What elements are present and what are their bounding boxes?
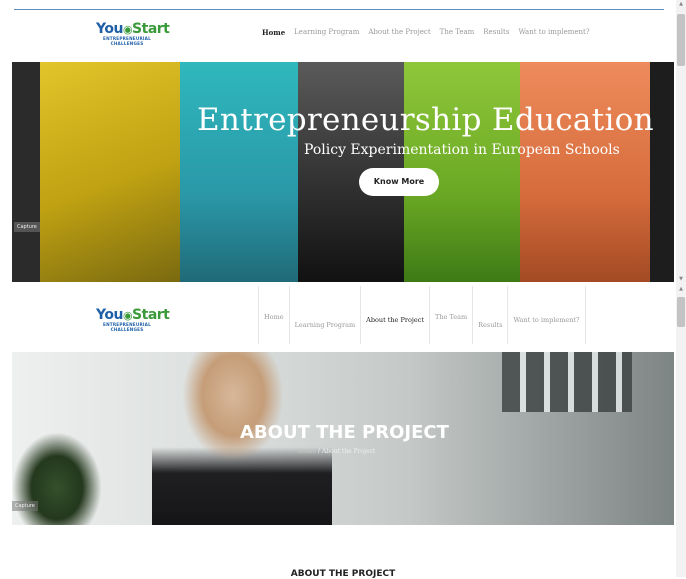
hero-slider: Entrepreneurship Education Policy Experi… xyxy=(12,62,674,282)
youstart-logo[interactable]: You◉Start ENTREPRENEURIAL CHALLENGES xyxy=(96,21,170,46)
breadcrumb-current: About the Project xyxy=(321,448,376,455)
nav-home[interactable]: Home xyxy=(262,28,285,37)
window-grid xyxy=(502,352,632,412)
nav-about-project[interactable]: About the Project xyxy=(360,286,429,344)
sticky-nav: Home Learning Program About the Project … xyxy=(258,286,586,344)
nav-want-to-implement[interactable]: Want to implement? xyxy=(518,28,589,37)
top-divider xyxy=(14,9,664,10)
scroll-up-arrow-2[interactable]: ▲ xyxy=(677,286,685,292)
nav-results[interactable]: Results xyxy=(472,286,507,344)
section-heading: ABOUT THE PROJECT xyxy=(290,569,396,579)
hero-panel-orange xyxy=(520,62,650,282)
hero-subtitle: Policy Experimentation in European Schoo… xyxy=(304,142,620,158)
youstart-logo-sticky[interactable]: You◉Start ENTREPRENEURIAL CHALLENGES xyxy=(96,307,170,332)
breadcrumb-home[interactable]: Home xyxy=(298,448,316,455)
breadcrumb: Home / About the Project xyxy=(298,448,376,455)
nav-the-team[interactable]: The Team xyxy=(440,28,475,37)
logo-tagline: ENTREPRENEURIAL CHALLENGES xyxy=(103,36,151,46)
nav-the-team[interactable]: The Team xyxy=(428,286,472,344)
nav-learning-program[interactable]: Learning Program xyxy=(288,286,361,344)
hero-panel-dark-right xyxy=(650,62,674,282)
scrollbar-thumb[interactable] xyxy=(677,14,685,66)
plant xyxy=(12,432,102,525)
banner-title: ABOUT THE PROJECT xyxy=(240,422,449,443)
nav-about-project[interactable]: About the Project xyxy=(368,28,430,37)
hero-panel-yellow xyxy=(12,62,40,282)
nav-results[interactable]: Results xyxy=(483,28,509,37)
hero-panel-yellow xyxy=(40,62,180,282)
scroll-down-arrow[interactable]: ▼ xyxy=(677,276,685,282)
main-nav: Home Learning Program About the Project … xyxy=(262,28,590,37)
hero-caption: Capture xyxy=(14,222,40,232)
scroll-up-arrow[interactable]: ▲ xyxy=(677,1,685,7)
banner-caption: Capture xyxy=(12,501,38,511)
know-more-button[interactable]: Know More xyxy=(359,168,439,196)
scrollbar-thumb-2[interactable] xyxy=(677,297,685,327)
logo-wordmark: You◉Start xyxy=(96,307,170,323)
hero-title: Entrepreneurship Education xyxy=(197,102,654,138)
logo-wordmark: You◉Start xyxy=(96,21,170,37)
nav-home[interactable]: Home xyxy=(258,286,289,344)
nav-learning-program[interactable]: Learning Program xyxy=(294,28,359,37)
hero-panel-teal xyxy=(180,62,298,282)
about-banner: ABOUT THE PROJECT Home / About the Proje… xyxy=(12,352,674,525)
logo-tagline: ENTREPRENEURIAL CHALLENGES xyxy=(103,322,151,332)
nav-want-to-implement[interactable]: Want to implement? xyxy=(507,286,586,344)
